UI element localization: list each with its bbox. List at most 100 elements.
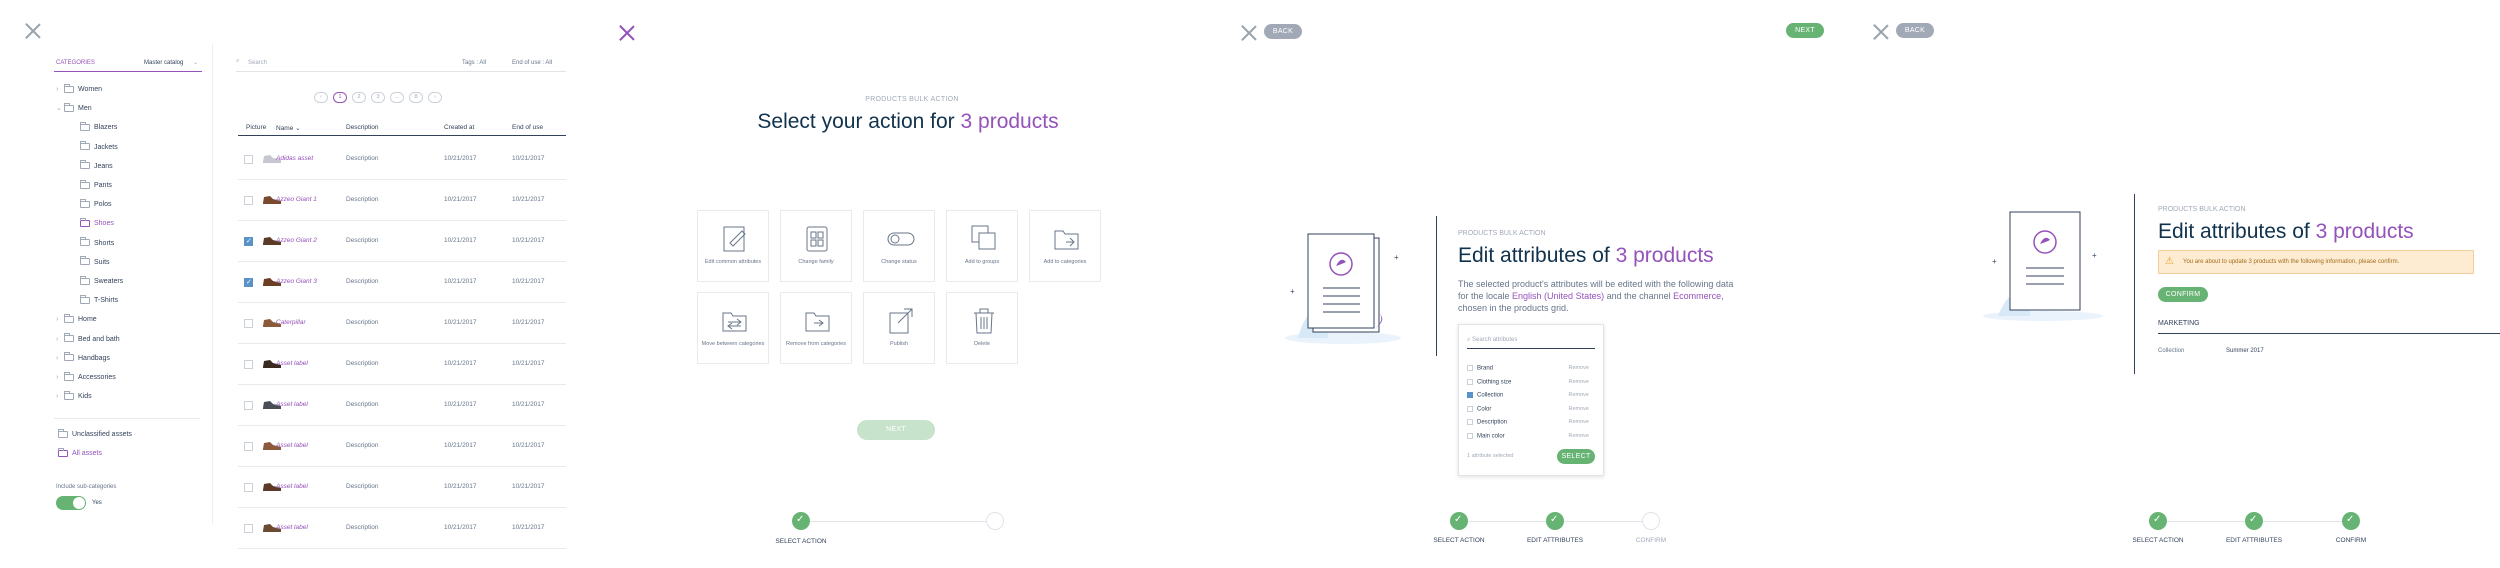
remove-link[interactable]: Remove (1569, 379, 1589, 385)
product-name[interactable]: Asset label (276, 401, 308, 408)
product-name[interactable]: Caterpillar (276, 319, 306, 326)
tree-item[interactable]: Sweaters (72, 275, 123, 288)
attribute-checkbox[interactable] (1467, 378, 1473, 385)
table-row[interactable]: Asset label Description 10/21/2017 10/21/20… (238, 385, 566, 426)
locale-link[interactable]: English (United States) (1512, 291, 1604, 301)
product-name[interactable]: Azzeo Giant 1 (276, 196, 317, 203)
close-icon[interactable] (24, 22, 42, 40)
action-tile-change-family[interactable]: Change family (780, 210, 852, 282)
action-tile-delete[interactable]: Delete (946, 292, 1018, 364)
unclassified-assets[interactable]: Unclassified assets (58, 428, 132, 441)
page-button[interactable]: 3 (371, 92, 385, 103)
attribute-item[interactable]: Brand Remove (1467, 365, 1589, 375)
table-row[interactable]: Asset label Description 10/21/2017 10/21/20… (238, 508, 566, 549)
attribute-search-input[interactable]: ⌕ Search attributes (1467, 337, 1595, 349)
action-tile-publish[interactable]: Publish (863, 292, 935, 364)
table-row[interactable]: Adidas asset Description 10/21/2017 10/21/2… (238, 139, 566, 180)
tree-item[interactable]: Polos (72, 198, 112, 211)
include-sub-toggle[interactable] (56, 496, 86, 510)
tags-filter[interactable]: Tags : All (462, 60, 486, 66)
channel-link[interactable]: Ecommerce (1673, 291, 1721, 301)
product-name[interactable]: Asset label (276, 524, 308, 531)
row-checkbox[interactable] (244, 237, 253, 246)
action-tile-move-between-categories[interactable]: Move between categories (697, 292, 769, 364)
attribute-item[interactable]: Main color Remove (1467, 432, 1589, 443)
page-button[interactable]: 8 (409, 92, 423, 103)
attribute-checkbox[interactable] (1467, 365, 1473, 371)
remove-link[interactable]: Remove (1569, 419, 1589, 425)
select-button[interactable]: SELECT (1557, 449, 1595, 464)
table-row[interactable]: Asset label Description 10/21/2017 10/21/20… (238, 426, 566, 467)
page-button[interactable]: › (428, 92, 442, 103)
close-icon[interactable] (1240, 24, 1258, 42)
attribute-item[interactable]: Description Remove (1467, 419, 1589, 429)
tree-item[interactable]: Shorts (72, 237, 114, 250)
tree-item[interactable]: › Home (56, 314, 97, 326)
product-name[interactable]: Adidas asset (276, 155, 313, 162)
attribute-checkbox[interactable] (1467, 405, 1473, 412)
tree-item[interactable]: Jackets (72, 141, 118, 154)
back-button[interactable]: BACK (1896, 23, 1934, 38)
row-checkbox[interactable] (244, 524, 253, 533)
attribute-checkbox[interactable] (1467, 392, 1473, 398)
row-checkbox[interactable] (244, 155, 253, 164)
col-name[interactable]: Name ⌄ (276, 124, 301, 132)
action-tile-change-status[interactable]: Change status (863, 210, 935, 282)
attribute-item[interactable]: Color Remove (1467, 405, 1589, 416)
close-icon[interactable] (1872, 23, 1890, 41)
table-row[interactable]: Azzeo Giant 3 Description 10/21/2017 10/21/… (238, 262, 566, 303)
table-row[interactable]: Azzeo Giant 1 Description 10/21/2017 10/21/… (238, 180, 566, 221)
action-tile-add-to-groups[interactable]: Add to groups (946, 210, 1018, 282)
attribute-checkbox[interactable] (1467, 432, 1473, 439)
row-checkbox[interactable] (244, 196, 253, 205)
product-name[interactable]: Asset label (276, 442, 308, 449)
action-tile-edit-common-attributes[interactable]: Edit common attributes (697, 210, 769, 282)
table-row[interactable]: Azzeo Giant 2 Description 10/21/2017 10/21/… (238, 221, 566, 262)
attribute-item[interactable]: Clothing size Remove (1467, 378, 1589, 389)
all-assets[interactable]: All assets (58, 447, 102, 460)
search-input[interactable]: Search (248, 60, 267, 66)
row-checkbox[interactable] (244, 360, 253, 369)
page-button[interactable]: ‹ (314, 92, 328, 103)
tree-item[interactable]: › Handbags (56, 352, 110, 365)
action-tile-remove-from-categories[interactable]: Remove from categories (780, 292, 852, 364)
eol-filter[interactable]: End of use : All (512, 60, 552, 66)
tree-item[interactable]: › Accessories (56, 371, 116, 384)
table-row[interactable]: Caterpillar Description 10/21/2017 10/21/20… (238, 303, 566, 344)
remove-link[interactable]: Remove (1569, 406, 1589, 412)
remove-link[interactable]: Remove (1569, 365, 1589, 371)
tree-item[interactable]: › Women (56, 83, 102, 96)
catalog-selector[interactable]: Master catalog (144, 60, 183, 66)
remove-link[interactable]: Remove (1569, 433, 1589, 439)
back-button[interactable]: BACK (1264, 24, 1302, 39)
product-name[interactable]: Asset label (276, 360, 308, 367)
product-name[interactable]: Azzeo Giant 2 (276, 237, 317, 244)
tree-item[interactable]: Jeans (72, 160, 113, 173)
row-checkbox[interactable] (244, 278, 253, 287)
tree-item[interactable]: › Kids (56, 390, 92, 403)
product-name[interactable]: Azzeo Giant 3 (276, 278, 317, 285)
table-row[interactable]: Asset label Description 10/21/2017 10/21/20… (238, 467, 566, 508)
tree-item[interactable]: Blazers (72, 122, 117, 134)
row-checkbox[interactable] (244, 483, 253, 492)
page-button[interactable]: ... (390, 92, 404, 103)
tree-item[interactable]: T-Shirts (72, 294, 118, 307)
row-checkbox[interactable] (244, 401, 253, 410)
row-checkbox[interactable] (244, 442, 253, 451)
close-icon[interactable] (618, 24, 636, 42)
next-button[interactable]: NEXT (1786, 23, 1824, 38)
table-row[interactable]: Asset label Description 10/21/2017 10/21/20… (238, 344, 566, 385)
tree-item[interactable]: Pants (72, 179, 112, 192)
tree-item[interactable]: › Bed and bath (56, 333, 120, 346)
attribute-item[interactable]: Collection Remove (1467, 392, 1589, 402)
tree-item[interactable]: ⌄ Men (56, 102, 92, 115)
attribute-checkbox[interactable] (1467, 419, 1473, 425)
action-tile-add-to-categories[interactable]: Add to categories (1029, 210, 1101, 282)
product-name[interactable]: Asset label (276, 483, 308, 490)
page-button[interactable]: 2 (352, 92, 366, 103)
remove-link[interactable]: Remove (1569, 392, 1589, 398)
row-checkbox[interactable] (244, 319, 253, 328)
tree-item[interactable]: Shoes (72, 218, 114, 230)
page-button[interactable]: 1 (333, 92, 347, 103)
confirm-button[interactable]: CONFIRM (2158, 287, 2208, 302)
